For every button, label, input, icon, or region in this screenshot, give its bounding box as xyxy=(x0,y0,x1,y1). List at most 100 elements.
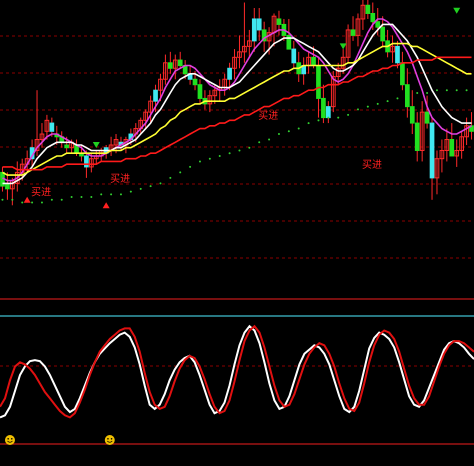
trail-dot xyxy=(366,105,369,108)
candle-body xyxy=(321,97,326,119)
ma_mid-line xyxy=(2,23,472,185)
smiley-eye xyxy=(107,438,109,440)
trail-dot xyxy=(287,130,290,133)
candle-body xyxy=(276,18,282,25)
trail-dot xyxy=(119,193,122,196)
trail-dot xyxy=(465,89,468,92)
signal-markers xyxy=(23,7,461,209)
trail-dot xyxy=(445,89,448,92)
candle-body xyxy=(153,89,158,102)
candle-body xyxy=(414,122,420,151)
trail-dot xyxy=(297,127,300,130)
smiley-face xyxy=(104,435,115,445)
candle-body xyxy=(449,139,455,157)
kline-indicator-chart: 买进买进买进买进 xyxy=(0,0,474,445)
candle-body xyxy=(64,144,70,149)
trail-dot xyxy=(386,100,389,103)
trail-dot xyxy=(11,198,14,201)
trail-dot xyxy=(228,152,231,155)
candle-body xyxy=(375,21,381,28)
trail-dot xyxy=(416,91,419,94)
candle-body xyxy=(409,106,415,124)
candle-body xyxy=(291,48,297,64)
candle-body xyxy=(192,78,198,86)
candle-body xyxy=(350,29,356,36)
trail-dot xyxy=(396,97,399,100)
trail-dot xyxy=(100,193,103,196)
candle-body xyxy=(325,106,331,119)
trail-dot xyxy=(80,196,83,199)
candle-body xyxy=(197,84,203,99)
trail-dot xyxy=(356,108,359,111)
trail-dot xyxy=(258,141,261,144)
trail-dot xyxy=(110,193,113,196)
smiley-face-icon xyxy=(4,435,15,445)
trail-dot xyxy=(208,157,211,160)
trail-dot xyxy=(21,201,24,204)
trail-dot xyxy=(327,116,330,119)
trail-dot xyxy=(198,160,201,163)
trail-dot xyxy=(179,171,182,174)
candle-wicks xyxy=(1,0,473,206)
candle-body xyxy=(380,26,386,42)
green-triangle-down-icon xyxy=(453,7,461,14)
trail-dot xyxy=(31,201,34,204)
red-triangle-up-icon xyxy=(102,202,110,209)
candle-body xyxy=(424,111,430,124)
trail-dot xyxy=(149,185,152,188)
candle-body xyxy=(311,56,316,67)
trail-dot xyxy=(347,113,350,116)
buy-signal-label: 买进 xyxy=(110,173,130,185)
trail-dot xyxy=(406,94,409,97)
trail-dot xyxy=(129,190,132,193)
trail-dot xyxy=(248,146,251,149)
trail-dot xyxy=(169,176,172,179)
candle-body xyxy=(395,45,400,64)
trail-dot xyxy=(139,187,142,190)
smiley-eye xyxy=(7,438,9,440)
trail-dot xyxy=(307,122,310,125)
trail-dot xyxy=(317,119,320,122)
trail-dot xyxy=(455,89,458,92)
trail-dot xyxy=(189,165,192,168)
trail-dot xyxy=(159,182,162,185)
smiley-face-icon xyxy=(104,435,115,445)
smiley-eye xyxy=(110,438,113,440)
trail-dot xyxy=(376,102,379,105)
trail-dot xyxy=(435,89,438,92)
candle-body xyxy=(167,62,173,69)
buy-signal-label: 买进 xyxy=(258,110,278,122)
candle-body xyxy=(49,122,55,132)
trail-dot xyxy=(60,198,63,201)
green-triangle-down-icon xyxy=(339,43,347,50)
moving-average-lines xyxy=(2,18,472,185)
candle-body xyxy=(365,4,371,14)
trail-dot xyxy=(218,154,221,157)
trail-dot xyxy=(238,149,241,152)
buy-signal-label: 买进 xyxy=(31,187,51,199)
candle-body xyxy=(370,12,376,23)
candle-body xyxy=(251,18,257,42)
trail-dot xyxy=(277,133,280,136)
smiley-eye xyxy=(10,438,13,440)
candle-body xyxy=(316,65,321,99)
candle-body xyxy=(400,62,405,86)
oscillator-panel xyxy=(0,324,474,419)
trail-dot xyxy=(40,201,43,204)
red-triangle-up-icon xyxy=(23,196,31,203)
trail-dot xyxy=(337,116,340,119)
buy-signal-label: 买进 xyxy=(362,159,382,171)
smiley-face xyxy=(4,435,15,445)
candle-body xyxy=(177,59,183,67)
trail-dot xyxy=(1,198,4,201)
trail-dot xyxy=(426,91,429,94)
candle-body xyxy=(429,122,435,179)
trail-dot xyxy=(70,196,73,199)
trail-dot xyxy=(90,196,93,199)
trail-dot xyxy=(268,138,271,141)
candle-body xyxy=(227,67,232,80)
candle-body xyxy=(84,155,89,168)
stock-chart-canvas: 买进 买进 买进 买进 xyxy=(0,0,474,466)
candle-body xyxy=(256,18,262,31)
trail-dot xyxy=(50,198,53,201)
